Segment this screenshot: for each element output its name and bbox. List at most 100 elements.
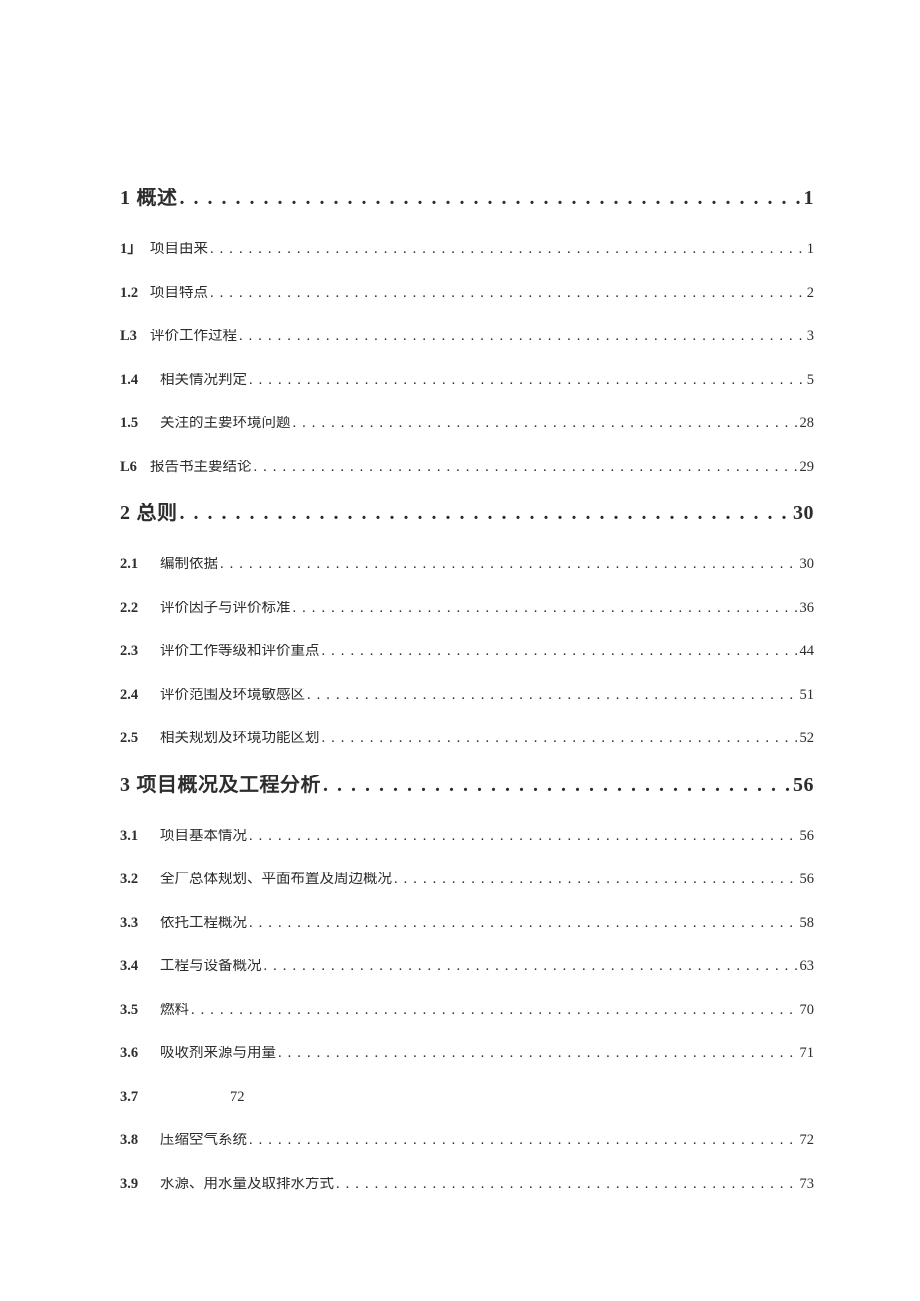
- toc-leader: [249, 916, 798, 931]
- toc-page-number: 1: [804, 188, 815, 208]
- toc-number: 2.3: [120, 644, 146, 659]
- toc-number: 3: [120, 775, 131, 795]
- toc-page-number: 44: [800, 644, 815, 659]
- toc-entry-major: 3 项目概况及工程分析 56: [120, 775, 814, 795]
- toc-label: 项目由来: [150, 242, 208, 257]
- toc-label: 项目特点: [150, 286, 208, 301]
- toc-leader: [180, 188, 802, 208]
- toc-leader: [394, 872, 798, 887]
- toc-page-number: 73: [800, 1177, 815, 1192]
- toc-number: L3: [120, 329, 146, 344]
- toc-leader: [180, 503, 792, 523]
- toc-label: 水源、用水量及取排水方式: [160, 1177, 334, 1192]
- toc-number: L6: [120, 460, 146, 475]
- toc-entry-minor: L6 报告书主要结论 29: [120, 460, 814, 475]
- toc-leader: [210, 286, 805, 301]
- toc-leader: [278, 1046, 798, 1061]
- toc-leader: [293, 601, 798, 616]
- toc-number: 2.1: [120, 557, 146, 572]
- toc-number: 3.1: [120, 829, 146, 844]
- toc-label: 相关规划及环境功能区划: [160, 731, 320, 746]
- toc-label: 评价工作过程: [150, 329, 237, 344]
- toc-label: 总则: [137, 503, 178, 523]
- toc-entry-minor: 3.4 工程与设备概况 63: [120, 959, 814, 974]
- toc-page-number: 51: [800, 688, 815, 703]
- toc-page-number: 71: [800, 1046, 815, 1061]
- toc-leader: [249, 373, 805, 388]
- toc-label: 全厂总体规划、平面布置及周边概况: [160, 872, 392, 887]
- toc-entry-minor: 3.1 项目基本情况 56: [120, 829, 814, 844]
- toc-page-number: 56: [793, 775, 814, 795]
- toc-entry-minor: 3.3 依托工程概况 58: [120, 916, 814, 931]
- toc-page-number: 30: [793, 503, 814, 523]
- toc-entry-minor: 2.4 评价范围及环境敏感区 51: [120, 688, 814, 703]
- toc-page-number: 72: [800, 1133, 815, 1148]
- toc-number: 3.8: [120, 1133, 146, 1148]
- toc-label: 燃料: [160, 1003, 189, 1018]
- toc-entry-minor: 3.7 72: [120, 1090, 814, 1105]
- toc-entry-minor: 3.6 吸收剂来源与用量 71: [120, 1046, 814, 1061]
- toc-leader: [322, 644, 798, 659]
- toc-page-number: 63: [800, 959, 815, 974]
- toc-leader: [322, 731, 798, 746]
- toc-entry-minor: 3.8 压缩空气系统 72: [120, 1133, 814, 1148]
- toc-label: 依托工程概况: [160, 916, 247, 931]
- toc-entry-minor: 1.4 相关情况判定 5: [120, 373, 814, 388]
- toc-page-number: 30: [800, 557, 815, 572]
- toc-leader: [239, 329, 805, 344]
- toc-leader: [210, 242, 805, 257]
- toc-label: 压缩空气系统: [160, 1133, 247, 1148]
- toc-label: 相关情况判定: [160, 373, 247, 388]
- toc-entry-minor: 2.3 评价工作等级和评价重点 44: [120, 644, 814, 659]
- toc-page-number: 72: [230, 1090, 245, 1105]
- toc-page-number: 2: [807, 286, 814, 301]
- toc-page-number: 1: [807, 242, 814, 257]
- toc-entry-major: 1 概述 1: [120, 188, 814, 208]
- toc-number: 3.5: [120, 1003, 146, 1018]
- toc-number: 3.6: [120, 1046, 146, 1061]
- toc-number: 2.2: [120, 601, 146, 616]
- toc-number: 1.5: [120, 416, 146, 431]
- toc-entry-minor: 1」 项目由来 1: [120, 242, 814, 257]
- toc-entry-minor: 2.2 评价因子与评价标准 36: [120, 601, 814, 616]
- toc-number: 1: [120, 188, 131, 208]
- toc-label: 工程与设备概况: [160, 959, 262, 974]
- toc-number: 1.2: [120, 286, 146, 301]
- toc-number: 2.5: [120, 731, 146, 746]
- toc-number: 2.4: [120, 688, 146, 703]
- toc-number: 3.2: [120, 872, 146, 887]
- toc-leader: [293, 416, 798, 431]
- toc-entry-minor: 2.1 编制依据 30: [120, 557, 814, 572]
- toc-leader: [191, 1003, 798, 1018]
- toc-leader: [307, 688, 798, 703]
- toc-label: 吸收剂来源与用量: [160, 1046, 276, 1061]
- toc-page-number: 28: [800, 416, 815, 431]
- toc-number: 2: [120, 503, 131, 523]
- toc-number: 3.3: [120, 916, 146, 931]
- toc-label: 评价因子与评价标准: [160, 601, 291, 616]
- toc-label: 报告书主要结论: [150, 460, 252, 475]
- toc-leader: [264, 959, 798, 974]
- toc-page-number: 3: [807, 329, 814, 344]
- toc-page-number: 29: [800, 460, 815, 475]
- toc-number: 3.4: [120, 959, 146, 974]
- toc-label: 评价工作等级和评价重点: [160, 644, 320, 659]
- toc-entry-minor: L3 评价工作过程 3: [120, 329, 814, 344]
- toc-page-number: 52: [800, 731, 815, 746]
- toc-number: 1」: [120, 242, 146, 257]
- toc-page-number: 70: [800, 1003, 815, 1018]
- toc-label: 编制依据: [160, 557, 218, 572]
- toc-page-number: 36: [800, 601, 815, 616]
- toc-leader: [323, 775, 791, 795]
- toc-label: 关注的主要环境问题: [160, 416, 291, 431]
- toc-label: 项目概况及工程分析: [137, 775, 322, 795]
- toc-entry-minor: 1.5 关注的主要环境问题 28: [120, 416, 814, 431]
- toc-entry-minor: 3.9 水源、用水量及取排水方式 73: [120, 1177, 814, 1192]
- toc-page-number: 58: [800, 916, 815, 931]
- toc-leader: [254, 460, 798, 475]
- toc-entry-major: 2 总则 30: [120, 503, 814, 523]
- toc-number: 3.9: [120, 1177, 146, 1192]
- toc-leader: [249, 829, 798, 844]
- toc-number: 1.4: [120, 373, 146, 388]
- toc-entry-minor: 3.2 全厂总体规划、平面布置及周边概况 56: [120, 872, 814, 887]
